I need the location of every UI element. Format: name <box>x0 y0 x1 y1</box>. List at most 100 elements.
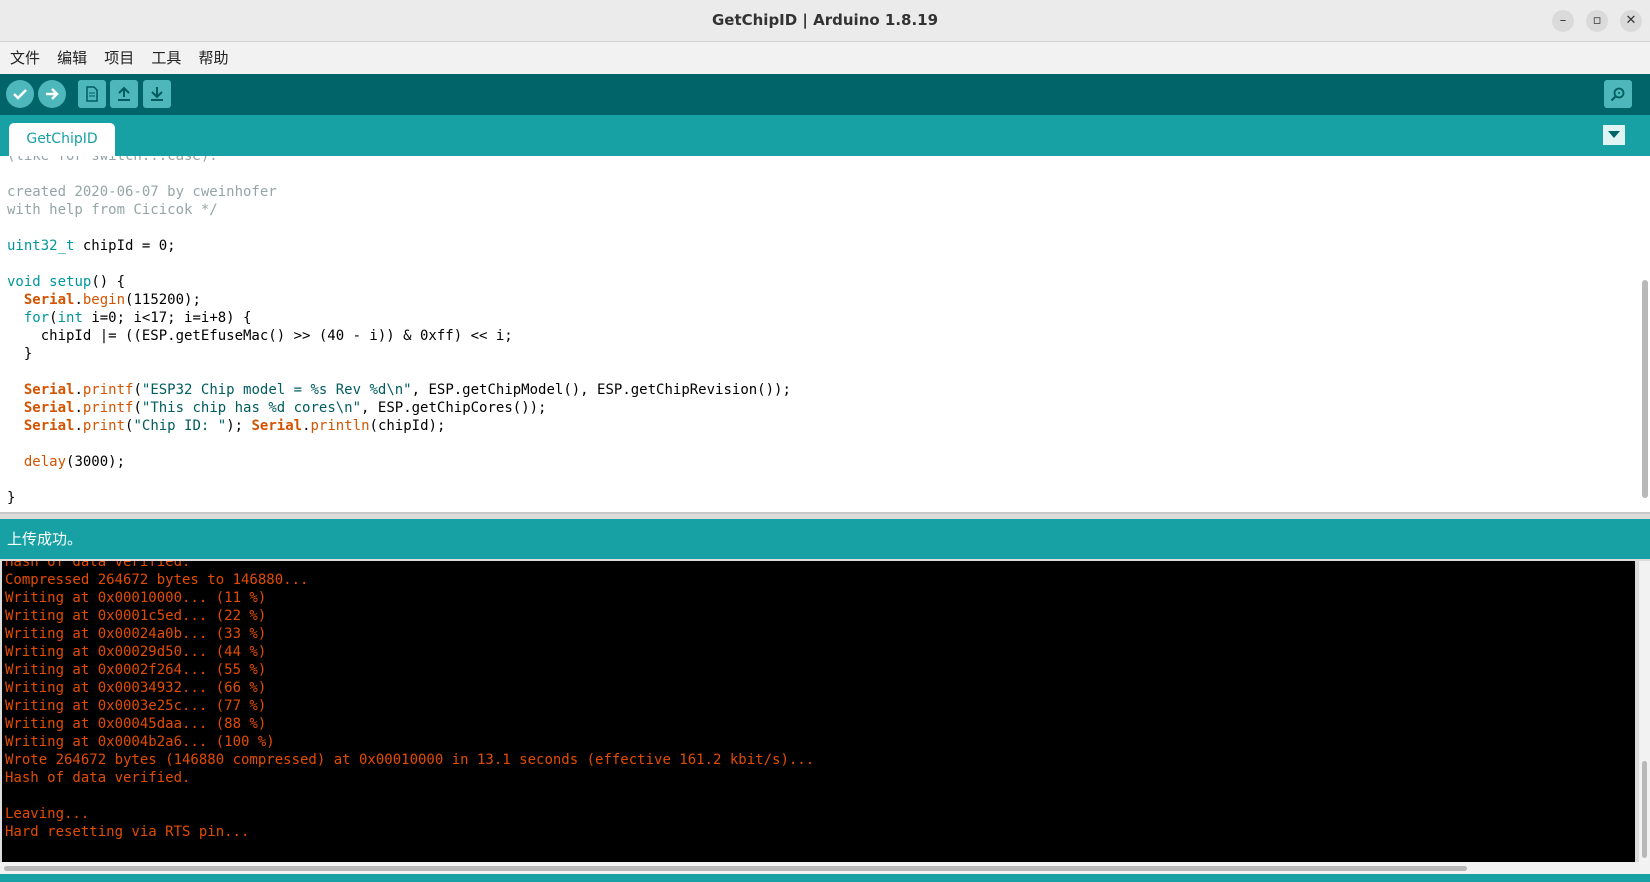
code-token: chipId |= ((ESP.getEfuseMac() >> (40 - i… <box>7 328 513 344</box>
code-token: (chipId); <box>369 418 446 434</box>
tab-bar: GetChipID <box>0 115 1650 156</box>
code-token: chipId = 0; <box>74 238 176 254</box>
upload-button[interactable] <box>38 80 66 108</box>
code-token: for <box>23 310 50 326</box>
code-line: delay(3000); <box>7 453 791 471</box>
console-line: Writing at 0x00010000... (11 %) <box>5 590 267 606</box>
tab-menu-button[interactable] <box>1603 125 1625 145</box>
new-sketch-icon <box>86 86 98 102</box>
code-token: begin <box>82 292 126 308</box>
toolbar <box>0 74 1650 115</box>
code-token: ( <box>133 382 142 398</box>
code-token: "ESP32 Chip model = %s Rev %d\n" <box>141 382 412 398</box>
save-button[interactable] <box>143 80 171 108</box>
console-vertical-scroll-thumb[interactable] <box>1642 761 1647 858</box>
console-line: Writing at 0x00034932... (66 %) <box>5 680 267 696</box>
code-token: printf <box>82 400 134 416</box>
console-lines: Hash of data verified. Compressed 264672 … <box>2 561 814 841</box>
maximize-button[interactable]: ▫ <box>1586 10 1608 32</box>
code-token: Serial <box>23 382 75 398</box>
console-line: Hash of data verified. <box>5 770 191 786</box>
code-token: . <box>74 418 83 434</box>
upload-icon <box>46 88 59 100</box>
code-token: () { <box>91 274 126 290</box>
console-line: Writing at 0x0003e25c... (77 %) <box>5 698 267 714</box>
code-token: created 2020-06-07 by cweinhofer <box>7 184 277 200</box>
code-token: , ESP.getChipModel(), ESP.getChipRevisio… <box>411 382 791 398</box>
code-token: (like for switch...case). <box>7 156 218 164</box>
code-line: } <box>7 489 791 507</box>
code-line: void setup() { <box>7 273 791 291</box>
window-title: GetChipID | Arduino 1.8.19 <box>711 11 939 29</box>
open-button[interactable] <box>110 80 138 108</box>
editor-scrollbar[interactable] <box>1642 280 1648 498</box>
verify-icon <box>13 89 27 100</box>
console-output[interactable]: Hash of data verified. Compressed 264672 … <box>2 561 1635 862</box>
save-icon <box>151 87 163 101</box>
code-token: "Chip ID: " <box>133 418 227 434</box>
console-vertical-scrollbar[interactable] <box>1639 561 1650 862</box>
menu-tools[interactable]: 工具 <box>141 42 181 74</box>
code-token: void <box>7 274 41 290</box>
footer-bar <box>0 874 1650 882</box>
status-message: 上传成功。 <box>7 530 83 548</box>
code-token: "This chip has %d cores\n" <box>141 400 362 416</box>
console-horizontal-scrollbar[interactable] <box>0 862 1650 874</box>
code-line: for(int i=0; i<17; i=i+8) { <box>7 309 791 327</box>
code-token: (3000); <box>66 454 126 470</box>
code-line: Serial.print("Chip ID: "); Serial.printl… <box>7 417 791 435</box>
code-token: Serial <box>23 292 75 308</box>
console-line: Wrote 264672 bytes (146880 compressed) a… <box>5 752 815 768</box>
console-line: Hard resetting via RTS pin... <box>5 824 250 840</box>
code-token: , ESP.getChipCores()); <box>361 400 547 416</box>
minimize-button[interactable]: – <box>1552 10 1574 32</box>
code-token: println <box>310 418 370 434</box>
menu-bar: 文件 编辑 项目 工具 帮助 <box>0 42 1650 74</box>
chevron-down-icon <box>1608 131 1620 138</box>
code-token: print <box>82 418 126 434</box>
menu-help[interactable]: 帮助 <box>188 42 228 74</box>
console-line: Writing at 0x0004b2a6... (100 %) <box>5 734 275 750</box>
menu-edit[interactable]: 编辑 <box>47 42 87 74</box>
new-sketch-button[interactable] <box>78 80 106 108</box>
code-line: created 2020-06-07 by cweinhofer <box>7 183 791 201</box>
verify-button[interactable] <box>6 80 34 108</box>
close-button[interactable]: ✕ <box>1620 10 1642 32</box>
code-token: delay <box>23 454 67 470</box>
code-token: } <box>7 490 16 506</box>
code-token: ( <box>133 400 142 416</box>
console-horizontal-scroll-thumb[interactable] <box>4 866 1467 871</box>
console-line: Writing at 0x0002f264... (55 %) <box>5 662 267 678</box>
console-line: Leaving... <box>5 806 90 822</box>
console-line: Hash of data verified. <box>5 561 191 570</box>
code-editor[interactable]: (like for switch...case). created 2020-06… <box>0 156 1650 514</box>
console-line: Writing at 0x00045daa... (88 %) <box>5 716 267 732</box>
console-line: Writing at 0x00029d50... (44 %) <box>5 644 267 660</box>
menu-file[interactable]: 文件 <box>0 42 40 74</box>
code-token: . <box>74 382 83 398</box>
code-token: Serial <box>23 418 75 434</box>
code-line: Serial.begin(115200); <box>7 291 791 309</box>
tab-getchipid[interactable]: GetChipID <box>9 123 115 156</box>
menu-sketch[interactable]: 项目 <box>94 42 134 74</box>
status-bar: 上传成功。 <box>0 519 1650 559</box>
serial-monitor-button[interactable] <box>1604 80 1632 108</box>
code-token: int <box>57 310 83 326</box>
code-token: . <box>74 292 83 308</box>
editor-divider[interactable] <box>0 512 1650 514</box>
serial-monitor-icon <box>1610 87 1625 102</box>
console-line: Writing at 0x0001c5ed... (22 %) <box>5 608 267 624</box>
code-line: Serial.printf("ESP32 Chip model = %s Rev… <box>7 381 791 399</box>
code-text[interactable]: (like for switch...case). created 2020-06… <box>7 156 791 507</box>
code-token: (115200); <box>125 292 201 308</box>
code-line: uint32_t chipId = 0; <box>7 237 791 255</box>
